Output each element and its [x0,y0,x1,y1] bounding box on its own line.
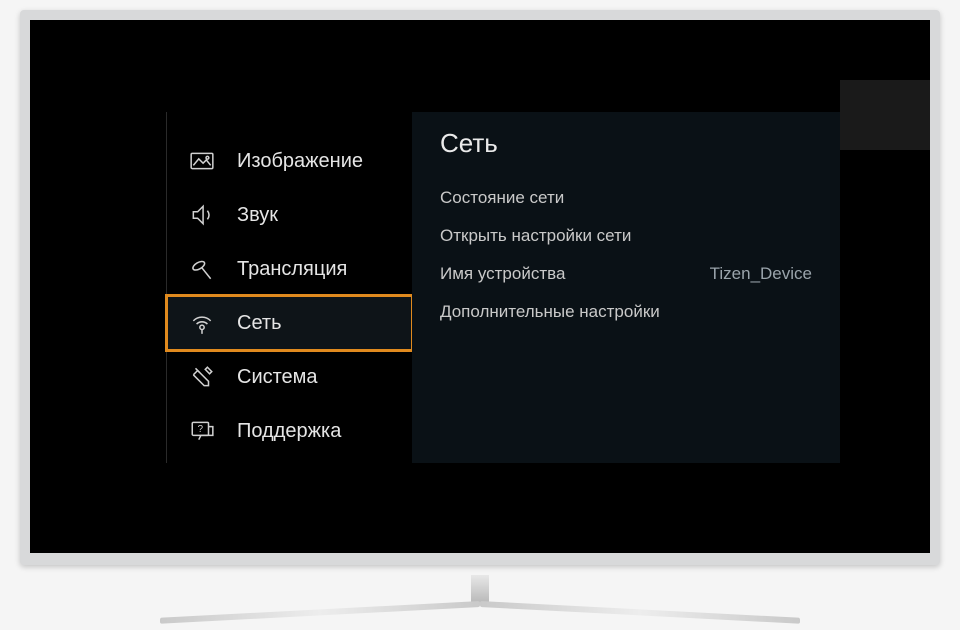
system-icon [189,364,215,390]
sidebar-item-label: Трансляция [237,258,347,281]
svg-text:?: ? [198,424,204,435]
sidebar-item-support[interactable]: ? Поддержка [167,404,412,458]
tv-stand [20,575,940,603]
sound-icon [189,202,215,228]
row-additional-settings[interactable]: Дополнительные настройки [440,293,812,331]
row-label: Имя устройства [440,264,565,284]
support-icon: ? [189,418,215,444]
row-network-status[interactable]: Состояние сети [440,179,812,217]
row-value: Tizen_Device [710,264,812,284]
settings-panel: Изображение Звук Трансляция [166,112,840,463]
sidebar-item-label: Поддержка [237,420,341,443]
row-label: Дополнительные настройки [440,302,660,322]
sidebar-item-network[interactable]: Сеть [167,296,412,350]
settings-content: Сеть Состояние сети Открыть настройки се… [412,112,840,463]
image-icon [189,148,215,174]
sidebar-item-label: Звук [237,204,278,227]
sidebar-item-sound[interactable]: Звук [167,188,412,242]
sidebar-item-image[interactable]: Изображение [167,134,412,188]
tv-screen: Изображение Звук Трансляция [30,20,930,553]
settings-sidebar: Изображение Звук Трансляция [166,112,412,463]
sidebar-item-label: Система [237,366,318,389]
row-label: Открыть настройки сети [440,226,631,246]
broadcast-icon [189,256,215,282]
sidebar-item-broadcast[interactable]: Трансляция [167,242,412,296]
network-icon [189,310,215,336]
row-label: Состояние сети [440,188,564,208]
row-device-name[interactable]: Имя устройства Tizen_Device [440,255,812,293]
corner-accent [840,80,930,150]
sidebar-item-label: Сеть [237,312,281,335]
sidebar-item-label: Изображение [237,150,363,173]
sidebar-item-system[interactable]: Система [167,350,412,404]
row-open-network-settings[interactable]: Открыть настройки сети [440,217,812,255]
tv-frame: Изображение Звук Трансляция [20,10,940,565]
content-title: Сеть [440,128,812,159]
